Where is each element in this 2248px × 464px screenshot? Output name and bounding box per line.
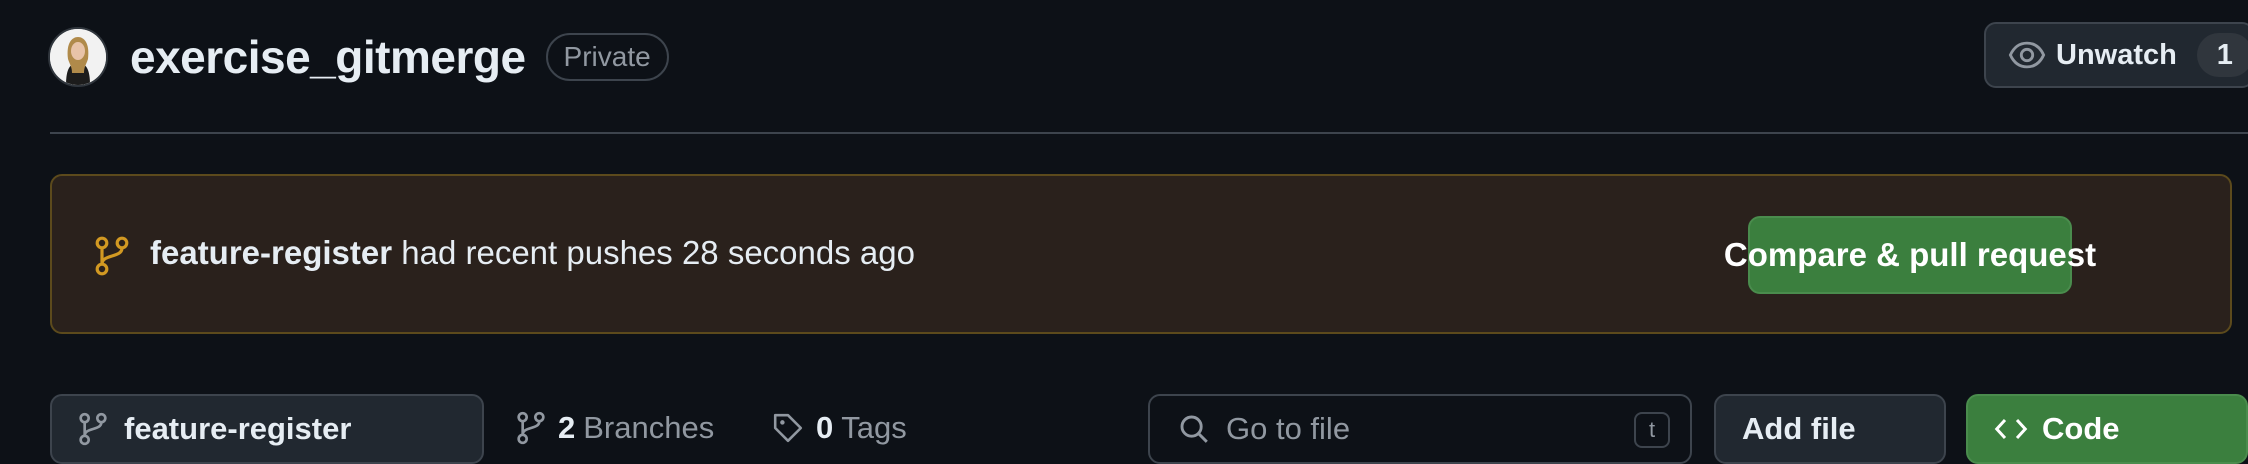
push-message: feature-register had recent pushes 28 se… [150, 234, 915, 272]
repo-header: exercise_gitmerge Private [48, 26, 669, 88]
go-to-file-shortcut: t [1634, 412, 1670, 448]
branches-link[interactable]: 2 Branches [516, 410, 714, 446]
header-divider [50, 132, 2248, 134]
branch-selector-label: feature-register [124, 411, 352, 446]
branches-count: 2 [558, 410, 576, 445]
tags-label: Tags [841, 410, 907, 445]
unwatch-button[interactable]: Unwatch 1 [1984, 22, 2248, 88]
branch-selector[interactable]: feature-register [50, 394, 484, 464]
compare-pull-request-button[interactable]: Compare & pull request [1724, 216, 2096, 294]
code-icon [1994, 414, 2028, 444]
watch-count: 1 [2196, 33, 2248, 77]
push-message-text: had recent pushes 28 seconds ago [392, 234, 915, 271]
add-file-button[interactable]: Add file [1714, 394, 1946, 464]
tags-link[interactable]: 0 Tags [772, 410, 907, 446]
branches-label: Branches [583, 410, 715, 445]
recent-push-banner: feature-register had recent pushes 28 se… [50, 174, 2232, 334]
code-label: Code [2042, 411, 2120, 446]
go-to-file[interactable]: t [1148, 394, 1692, 464]
search-icon [1178, 413, 1210, 445]
add-file-label: Add file [1742, 411, 1856, 446]
eye-icon [2008, 36, 2046, 74]
avatar[interactable] [48, 27, 108, 87]
code-button[interactable]: Code [1966, 394, 2248, 464]
tag-icon [772, 412, 804, 444]
repo-name[interactable]: exercise_gitmerge [130, 30, 526, 84]
visibility-badge: Private [545, 33, 669, 81]
go-to-file-input[interactable] [1224, 410, 1608, 448]
pushed-branch-name[interactable]: feature-register [150, 234, 392, 271]
tags-count: 0 [816, 410, 834, 445]
git-branch-icon [516, 411, 546, 445]
git-branch-icon [78, 412, 108, 446]
unwatch-label: Unwatch [2056, 38, 2177, 71]
git-branch-icon [94, 236, 130, 276]
